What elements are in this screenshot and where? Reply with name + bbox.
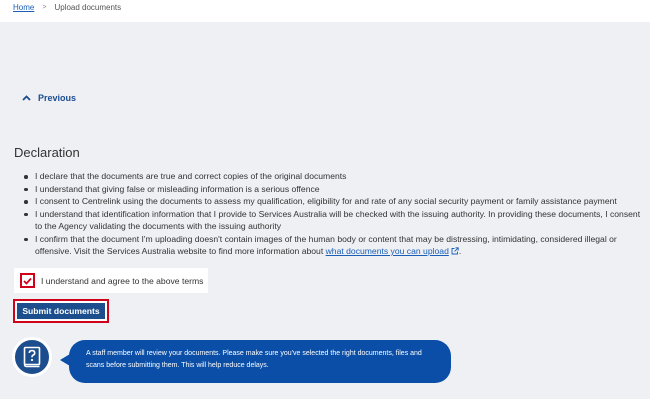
- declaration-item-end: .: [458, 246, 462, 256]
- question-book-icon: [12, 337, 52, 377]
- declaration-item: I consent to Centrelink using the docume…: [22, 195, 647, 208]
- declaration-title: Declaration: [14, 145, 80, 160]
- declaration-item: I declare that the documents are true an…: [22, 170, 647, 183]
- declaration-item: I understand that giving false or mislea…: [22, 183, 647, 196]
- agree-terms-label[interactable]: I understand and agree to the above term…: [41, 276, 203, 286]
- submit-documents-label: Submit documents: [17, 303, 105, 319]
- declaration-item: I understand that identification informa…: [22, 208, 647, 233]
- declaration-item: I confirm that the document I'm uploadin…: [22, 233, 647, 258]
- breadcrumb: Home > Upload documents: [13, 3, 121, 12]
- agree-terms-checkbox[interactable]: [20, 273, 35, 288]
- breadcrumb-current: Upload documents: [54, 3, 122, 12]
- breadcrumb-separator: >: [42, 4, 47, 11]
- declaration-list: I declare that the documents are true an…: [22, 170, 647, 258]
- previous-label: Previous: [38, 93, 77, 103]
- agree-terms-row: I understand and agree to the above term…: [14, 268, 208, 293]
- documents-upload-link-label: what documents you can upload: [325, 246, 449, 256]
- documents-upload-link[interactable]: what documents you can upload: [326, 246, 459, 256]
- submit-documents-button[interactable]: Submit documents: [13, 299, 109, 323]
- breadcrumb-bar: Home > Upload documents: [0, 0, 650, 22]
- checkmark-icon: [23, 277, 32, 285]
- breadcrumb-home-link[interactable]: Home: [13, 3, 34, 12]
- previous-button[interactable]: Previous: [22, 93, 76, 103]
- chevron-up-icon: [22, 95, 31, 101]
- help-message-bubble: A staff member will review your document…: [69, 340, 451, 383]
- external-link-icon: [451, 247, 459, 255]
